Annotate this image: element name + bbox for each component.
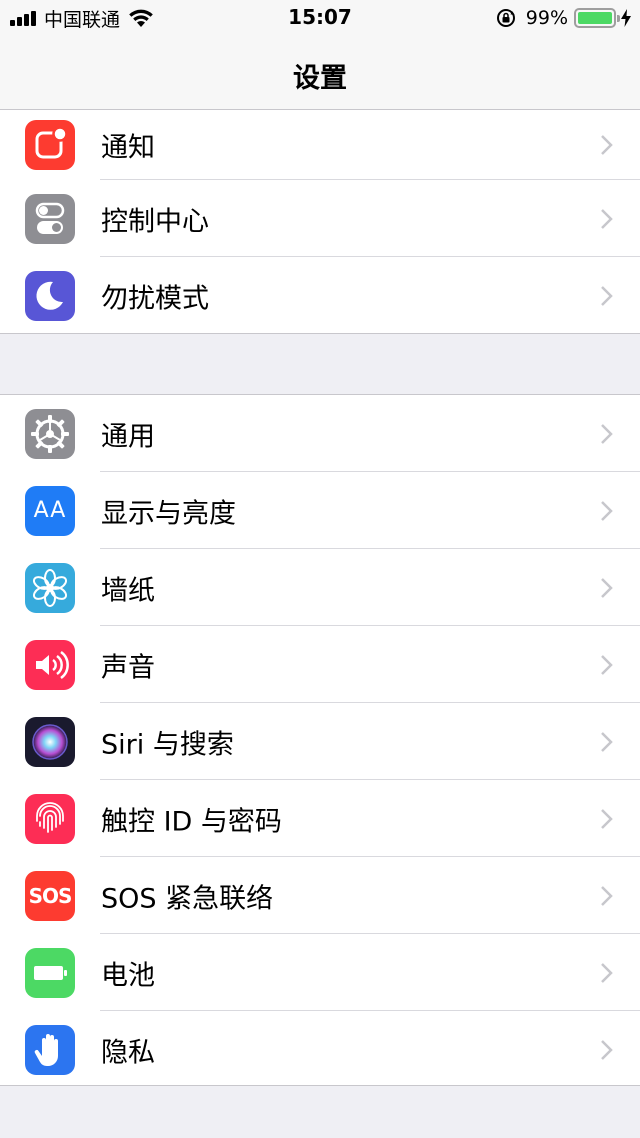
settings-group-2: 通用 AA 显示与亮度 墙纸 声音 Siri 与搜索 触控 ID 与密码 SOS…: [0, 394, 640, 1086]
settings-row-display-brightness[interactable]: AA 显示与亮度: [0, 472, 640, 549]
fingerprint-icon: [25, 793, 75, 844]
settings-row-sounds[interactable]: 声音: [0, 626, 640, 703]
navigation-bar: 设置: [0, 36, 640, 110]
settings-row-label: 勿扰模式: [101, 283, 209, 314]
wallpaper-flower-icon: [25, 562, 75, 613]
settings-row-notifications[interactable]: 通知: [0, 110, 640, 180]
settings-group-1: 通知 控制中心 勿扰模式: [0, 110, 640, 334]
settings-row-label: 通用: [101, 421, 155, 452]
battery-cap: [617, 15, 620, 22]
page-title: 设置: [293, 63, 347, 94]
rotation-lock-icon: [496, 9, 515, 27]
control-center-icon: [25, 193, 75, 244]
speaker-icon: [25, 639, 75, 690]
settings-row-do-not-disturb[interactable]: 勿扰模式: [0, 257, 640, 334]
settings-row-touch-id-passcode[interactable]: 触控 ID 与密码: [0, 780, 640, 857]
settings-row-control-center[interactable]: 控制中心: [0, 180, 640, 257]
settings-row-label: 控制中心: [101, 206, 209, 237]
battery-percent: 99%: [525, 7, 568, 29]
settings-row-label: 显示与亮度: [101, 498, 236, 529]
chevron-right-icon: [601, 135, 613, 155]
settings-row-label: Siri 与搜索: [101, 729, 234, 760]
settings-row-label: 隐私: [101, 1037, 155, 1068]
settings-row-label: SOS 紧急联络: [101, 883, 274, 914]
hand-icon: [25, 1024, 75, 1075]
moon-icon: [25, 270, 75, 321]
chevron-right-icon: [601, 962, 613, 983]
settings-row-emergency-sos[interactable]: SOS SOS 紧急联络: [0, 857, 640, 934]
chevron-right-icon: [601, 885, 613, 906]
chevron-right-icon: [601, 1039, 613, 1060]
chevron-right-icon: [601, 654, 613, 675]
chevron-right-icon: [601, 577, 613, 598]
gear-icon: [25, 408, 75, 459]
settings-row-label: 通知: [101, 132, 155, 164]
settings-row-general[interactable]: 通用: [0, 395, 640, 472]
charging-icon: [621, 9, 631, 27]
settings-row-battery[interactable]: 电池: [0, 934, 640, 1011]
display-brightness-icon: AA: [25, 485, 75, 536]
chevron-right-icon: [601, 208, 613, 229]
settings-row-label: 墙纸: [101, 575, 155, 606]
settings-row-privacy[interactable]: 隐私: [0, 1011, 640, 1088]
sos-icon: SOS: [25, 870, 75, 921]
settings-row-label: 触控 ID 与密码: [101, 806, 282, 837]
notifications-icon: [25, 120, 75, 170]
chevron-right-icon: [601, 423, 613, 444]
chevron-right-icon: [601, 808, 613, 829]
battery-level: [578, 12, 612, 24]
chevron-right-icon: [601, 731, 613, 752]
siri-icon: [25, 716, 75, 767]
chevron-right-icon: [601, 285, 613, 306]
status-right: 99%: [496, 6, 632, 30]
settings-row-siri-search[interactable]: Siri 与搜索: [0, 703, 640, 780]
status-bar: 中国联通 15:07 99%: [0, 0, 640, 36]
battery-setting-icon: [25, 947, 75, 998]
settings-row-label: 电池: [101, 960, 155, 991]
settings-row-label: 声音: [101, 652, 155, 683]
settings-row-wallpaper[interactable]: 墙纸: [0, 549, 640, 626]
chevron-right-icon: [601, 500, 613, 521]
battery-icon: [574, 8, 620, 28]
